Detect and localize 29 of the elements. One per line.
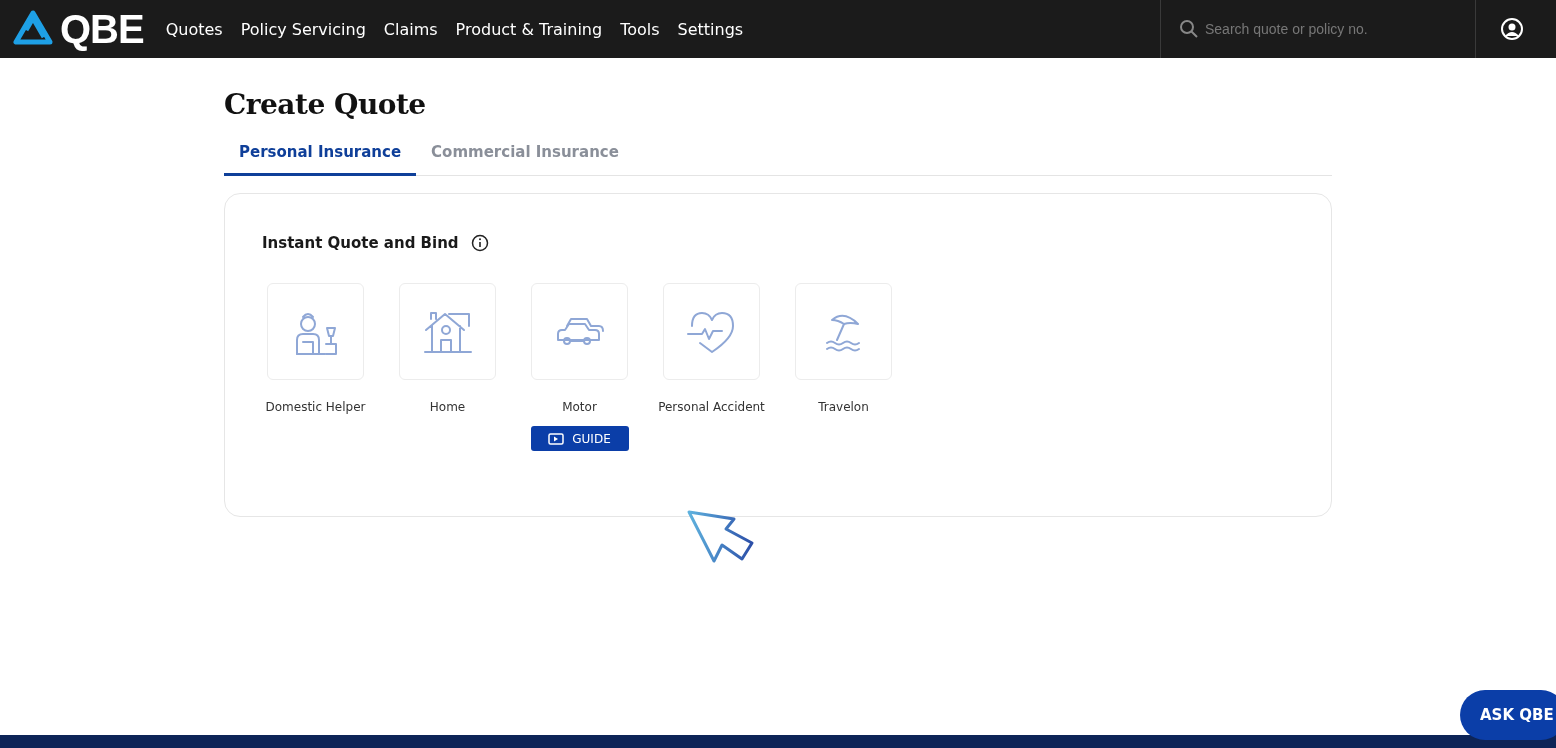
product-label: Personal Accident <box>657 399 766 416</box>
info-icon[interactable] <box>470 234 489 252</box>
cars-icon <box>554 315 605 348</box>
user-icon <box>1500 17 1524 41</box>
product-tile[interactable] <box>795 283 892 380</box>
house-icon <box>422 309 473 354</box>
product-label: Domestic Helper <box>264 399 367 416</box>
nav-link[interactable]: Quotes <box>157 13 231 45</box>
nav-link[interactable]: Policy Servicing <box>232 13 374 45</box>
nav-link[interactable]: Tools <box>612 13 668 45</box>
search-icon <box>1179 19 1199 39</box>
product-label: Home <box>428 399 467 416</box>
page-title: Create Quote <box>224 88 427 121</box>
logo-text[interactable]: QBE <box>60 6 144 52</box>
nav-link[interactable]: Product & Training <box>447 13 611 45</box>
tab[interactable]: Personal Insurance <box>224 137 417 176</box>
product-tile[interactable] <box>531 283 628 380</box>
guide-button[interactable]: GUIDE <box>530 426 629 451</box>
play-icon <box>548 432 565 445</box>
product-label: Motor <box>561 399 598 416</box>
product-label: Travelon <box>817 399 870 416</box>
product-tile[interactable] <box>267 283 364 380</box>
search-field[interactable]: Search quote or policy no. <box>1203 20 1457 38</box>
nav-link[interactable]: Claims <box>375 13 446 45</box>
chat-button[interactable]: ASK QBE <box>1460 690 1556 740</box>
nav-link[interactable]: Settings <box>669 13 752 45</box>
product-tile[interactable] <box>399 283 496 380</box>
product-tile[interactable] <box>663 283 760 380</box>
section-title: Instant Quote and Bind <box>262 234 459 252</box>
